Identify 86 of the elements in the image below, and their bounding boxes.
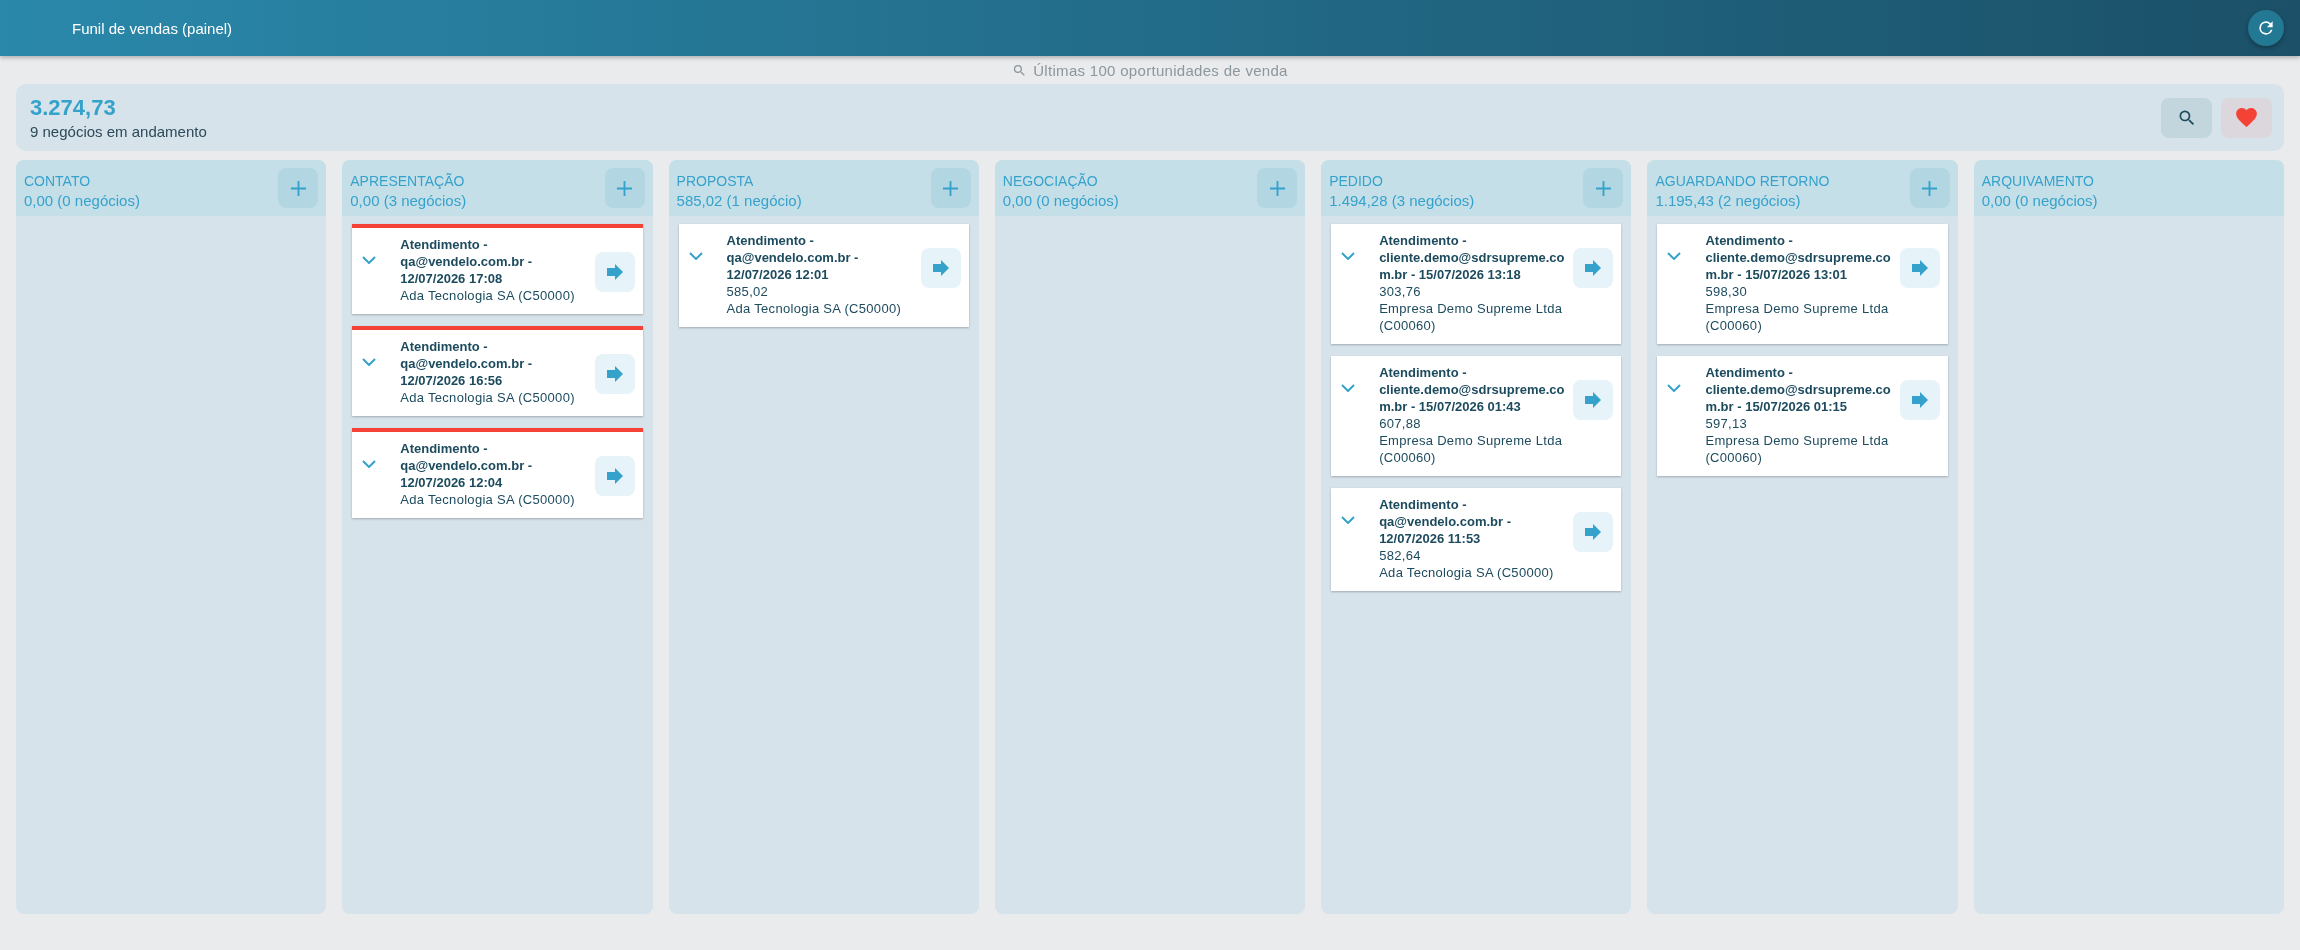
stage-name: APRESENTAÇÃO — [350, 173, 466, 189]
open-deal-button[interactable] — [1573, 512, 1614, 552]
open-deal-button[interactable] — [594, 456, 635, 496]
customer-name: Ada Tecnologia SA (C50000) — [400, 491, 576, 508]
chevron-down-icon[interactable] — [362, 358, 377, 366]
arrow-right-icon — [1585, 392, 1602, 408]
refresh-button[interactable] — [2248, 10, 2284, 46]
plus-icon — [1921, 179, 1939, 197]
add-button[interactable] — [604, 168, 645, 208]
customer-name: Ada Tecnologia SA (C50000) — [726, 300, 903, 317]
customer-name: Ada Tecnologia SA (C50000) — [400, 287, 576, 304]
stage-name: ARQUIVAMENTO — [1981, 173, 2095, 189]
deal-amount: 597,13 — [1705, 415, 1748, 432]
chevron-down-icon[interactable] — [362, 460, 377, 468]
plus-icon — [616, 179, 634, 197]
stage-total: 0,00 (0 negócios) — [1981, 192, 2098, 209]
open-deal-button[interactable] — [594, 354, 635, 394]
arrow-right-icon — [932, 260, 949, 276]
stage-name: PEDIDO — [1329, 173, 1384, 189]
search-toggle[interactable]: Últimas 100 oportunidades de venda — [1012, 61, 1288, 79]
arrow-right-icon — [606, 264, 623, 280]
arrow-right-icon — [606, 468, 623, 484]
arrow-right-icon — [1911, 260, 1928, 276]
stage-total: 0,00 (3 negócios) — [350, 192, 467, 209]
total-amount: 3.274,73 — [30, 95, 117, 121]
heart-icon — [2236, 108, 2257, 127]
open-deal-button[interactable] — [1573, 248, 1614, 288]
customer-name: Empresa Demo Supreme Ltda (C00060) — [1379, 300, 1564, 334]
stage-name: PROPOSTA — [676, 173, 755, 189]
plus-icon — [289, 179, 307, 197]
stage-name: NEGOCIAÇÃO — [1002, 173, 1099, 189]
page-title: Funil de vendas (painel) — [72, 19, 233, 37]
stage-total: 1.494,28 (3 negócios) — [1329, 192, 1475, 209]
open-deal-button[interactable] — [1899, 248, 1940, 288]
chevron-down-icon[interactable] — [362, 256, 377, 264]
deal-amount: 303,76 — [1379, 283, 1422, 300]
open-deal-button[interactable] — [1573, 380, 1614, 420]
arrow-right-icon — [1585, 524, 1602, 540]
chevron-down-icon[interactable] — [1341, 252, 1356, 260]
plus-icon — [942, 179, 960, 197]
add-button[interactable] — [930, 168, 971, 208]
deal-title: Atendimento - cliente.demo@sdrsupreme.com.br - 15/07/2026 13:18 — [1379, 232, 1566, 283]
chevron-down-icon[interactable] — [1667, 384, 1682, 392]
stage-total: 0,00 (0 negócios) — [24, 192, 140, 209]
plus-icon — [1268, 179, 1286, 197]
open-deal-button[interactable] — [594, 252, 635, 292]
chevron-down-icon[interactable] — [1667, 252, 1682, 260]
open-deal-button[interactable] — [920, 248, 961, 288]
deal-amount: 598,30 — [1705, 283, 1748, 300]
customer-name: Ada Tecnologia SA (C50000) — [400, 389, 576, 406]
deal-amount: 582,64 — [1379, 547, 1422, 564]
customer-name: Empresa Demo Supreme Ltda (C00060) — [1705, 432, 1890, 466]
favorite-button[interactable] — [2221, 97, 2272, 138]
arrow-right-icon — [1911, 392, 1928, 408]
add-button[interactable] — [1909, 168, 1950, 208]
chevron-down-icon[interactable] — [1341, 516, 1356, 524]
deal-title: Atendimento - qa@vendelo.com.br - 12/07/2026 12:04 — [400, 440, 534, 491]
arrow-right-icon — [606, 366, 623, 382]
add-button[interactable] — [1583, 168, 1624, 208]
open-deal-button[interactable] — [1899, 380, 1940, 420]
add-button[interactable] — [278, 168, 319, 208]
deal-title: Atendimento - cliente.demo@sdrsupreme.com.br - 15/07/2026 01:43 — [1379, 364, 1566, 415]
deal-title: Atendimento - cliente.demo@sdrsupreme.com.br - 15/07/2026 01:15 — [1705, 364, 1892, 415]
deals-count: 9 negócios em andamento — [30, 123, 207, 140]
add-button[interactable] — [1257, 168, 1298, 208]
deal-title: Atendimento - qa@vendelo.com.br - 12/07/2026 12:01 — [726, 232, 860, 283]
plus-icon — [1594, 179, 1612, 197]
refresh-icon — [2256, 18, 2276, 38]
stage-total: 0,00 (0 negócios) — [1002, 192, 1119, 209]
arrow-right-icon — [1585, 260, 1602, 276]
deal-title: Atendimento - qa@vendelo.com.br - 12/07/2026 11:53 — [1379, 496, 1512, 547]
deal-amount: 585,02 — [726, 283, 770, 300]
stage-name: AGUARDANDO RETORNO — [1655, 173, 1830, 189]
stage-total: 1.195,43 (2 negócios) — [1655, 192, 1802, 209]
search-button[interactable] — [2161, 97, 2212, 138]
deal-title: Atendimento - qa@vendelo.com.br - 12/07/2026 17:08 — [400, 236, 534, 287]
customer-name: Ada Tecnologia SA (C50000) — [1379, 564, 1555, 581]
chevron-down-icon[interactable] — [688, 252, 703, 260]
deal-amount: 607,88 — [1379, 415, 1422, 432]
customer-name: Empresa Demo Supreme Ltda (C00060) — [1705, 300, 1890, 334]
customer-name: Empresa Demo Supreme Ltda (C00060) — [1379, 432, 1564, 466]
deal-title: Atendimento - cliente.demo@sdrsupreme.com.br - 15/07/2026 13:01 — [1705, 232, 1892, 283]
stage-name: CONTATO — [24, 173, 92, 189]
deal-title: Atendimento - qa@vendelo.com.br - 12/07/2026 16:56 — [400, 338, 534, 389]
stage-total: 585,02 (1 negócio) — [676, 192, 802, 209]
chevron-down-icon[interactable] — [1341, 384, 1356, 392]
